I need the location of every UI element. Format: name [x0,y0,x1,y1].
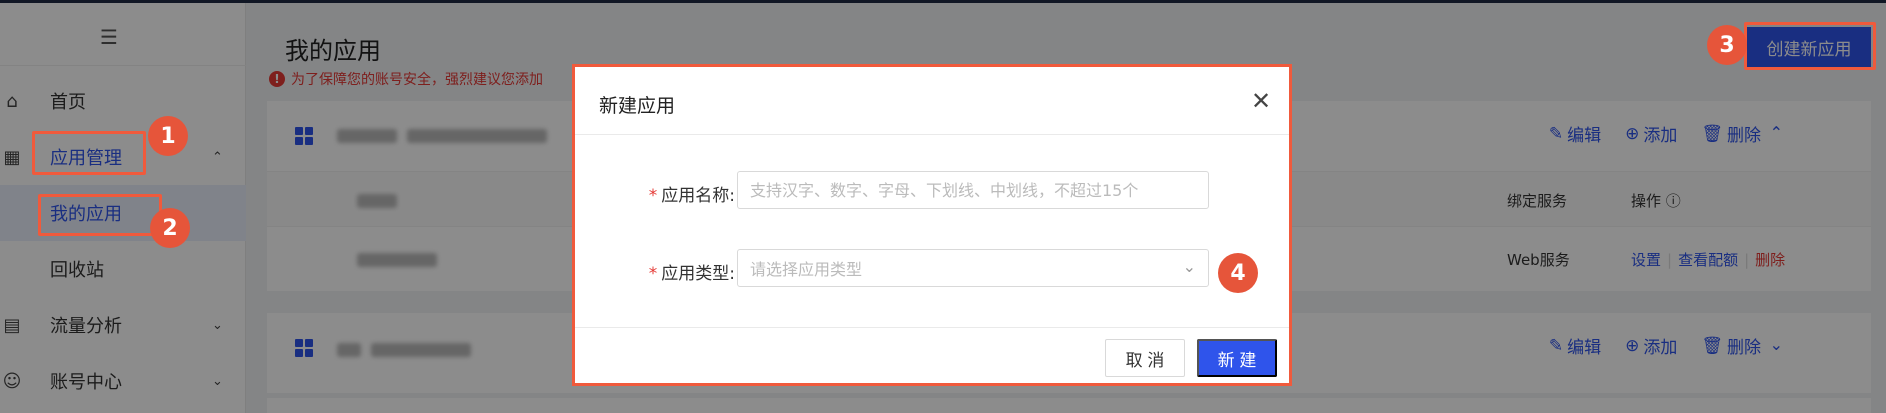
dialog-footer-divider [575,327,1289,328]
create-button[interactable]: 新 建 [1197,339,1277,377]
highlight-app-management [32,131,146,175]
app-name-input[interactable] [737,171,1209,209]
chevron-down-icon: ⌄ [1182,257,1196,276]
annotation-badge-2: 2 [150,208,190,248]
app-type-placeholder: 请选择应用类型 [750,260,863,279]
highlight-my-apps [38,194,162,236]
annotation-badge-4: 4 [1218,253,1258,293]
dialog-divider [575,134,1289,135]
dialog-title: 新建应用 [599,95,676,117]
new-app-dialog: 新建应用 ✕ *应用名称: *应用类型: 请选择应用类型 ⌄ 取 消 新 建 [572,64,1292,386]
app-type-label: * 应用类型: [648,264,735,284]
app-type-select[interactable]: 请选择应用类型 ⌄ [737,249,1209,287]
cancel-button[interactable]: 取 消 [1105,339,1185,377]
highlight-create-button [1744,22,1876,70]
app-name-label: * 应用名称: [648,186,735,206]
close-icon[interactable]: ✕ [1251,87,1271,115]
annotation-badge-1: 1 [148,116,188,156]
annotation-badge-3: 3 [1707,25,1747,65]
